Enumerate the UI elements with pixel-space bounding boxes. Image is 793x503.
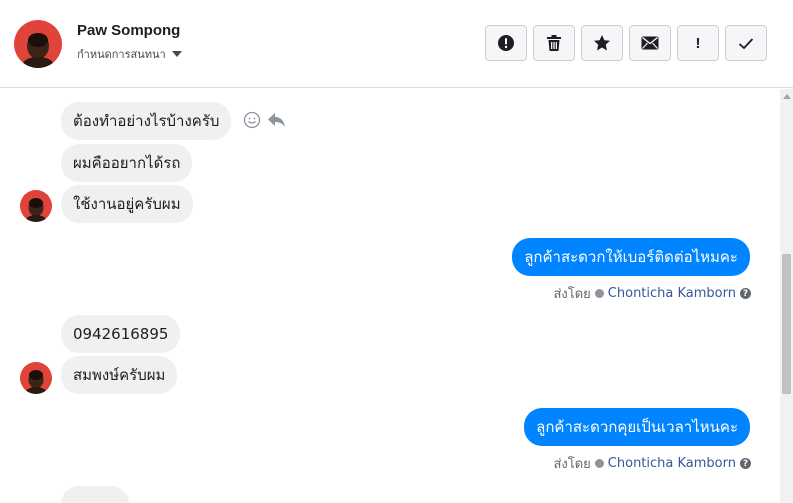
verified-dot-icon (594, 459, 604, 468)
sent-by-line: ส่งโดย Chonticha Kamborn ? (553, 283, 751, 304)
star-button[interactable] (581, 25, 623, 61)
message-bubble[interactable]: ใช้งานอยู่ครับผม (61, 185, 193, 223)
trash-icon (547, 35, 561, 51)
contact-avatar[interactable] (14, 20, 62, 68)
sender-name[interactable]: Chonticha Kamborn (608, 286, 736, 301)
follow-up-button[interactable]: ! (677, 25, 719, 61)
mark-spam-button[interactable] (485, 25, 527, 61)
scroll-up-arrow-icon[interactable] (783, 94, 791, 99)
help-icon[interactable]: ? (740, 288, 751, 299)
star-icon (594, 35, 610, 51)
contact-avatar-small (20, 362, 52, 394)
caret-down-icon (171, 51, 182, 57)
verified-dot-icon (594, 289, 604, 298)
help-icon[interactable]: ? (740, 458, 751, 469)
scrollbar[interactable] (780, 89, 793, 503)
sender-name[interactable]: Chonticha Kamborn (608, 456, 736, 471)
emoji-reaction-icon[interactable] (243, 111, 261, 129)
message-bubble[interactable]: 0942616895 (61, 315, 181, 353)
conversation-status-dropdown[interactable]: กำหนดการสนทนา (77, 45, 182, 63)
reply-icon[interactable] (267, 112, 286, 128)
sent-by-label: ส่งโดย (553, 287, 591, 302)
sent-by-line: ส่งโดย Chonticha Kamborn ? (553, 453, 751, 474)
conversation-header: Paw Sompong กำหนดการสนทนา ! (0, 0, 793, 88)
checkmark-icon (738, 37, 754, 49)
sent-by-label: ส่งโดย (553, 457, 591, 472)
conversation-toolbar: ! (485, 25, 767, 61)
delete-button[interactable] (533, 25, 575, 61)
envelope-icon (641, 36, 659, 50)
message-bubble[interactable]: ผมคืออยากได้รถ (61, 144, 193, 182)
message-bubble-outgoing[interactable]: ลูกค้าสะดวกให้เบอร์ติดต่อไหมคะ (512, 238, 750, 276)
conversation-status-label: กำหนดการสนทนา (77, 48, 166, 61)
message-bubble[interactable]: สมพงษ์ครับผม (61, 356, 178, 394)
scrollbar-thumb[interactable] (782, 254, 791, 394)
message-thread[interactable]: ต้องทำอย่างไรบ้างครับ ผมคืออยากได้รถ ใช้… (0, 89, 780, 503)
mark-done-button[interactable] (725, 25, 767, 61)
mark-unread-button[interactable] (629, 25, 671, 61)
alert-circle-icon (498, 35, 514, 51)
message-bubble[interactable]: ต้องทำอย่างไรบ้างครับ (61, 102, 232, 140)
message-bubble-outgoing[interactable]: ลูกค้าสะดวกคุยเป็นเวลาไหนคะ (524, 408, 750, 446)
message-actions (243, 111, 286, 129)
contact-avatar-small (20, 190, 52, 222)
contact-name[interactable]: Paw Sompong (77, 22, 180, 39)
exclamation-icon: ! (695, 34, 701, 52)
message-bubble-partial[interactable] (61, 486, 129, 503)
